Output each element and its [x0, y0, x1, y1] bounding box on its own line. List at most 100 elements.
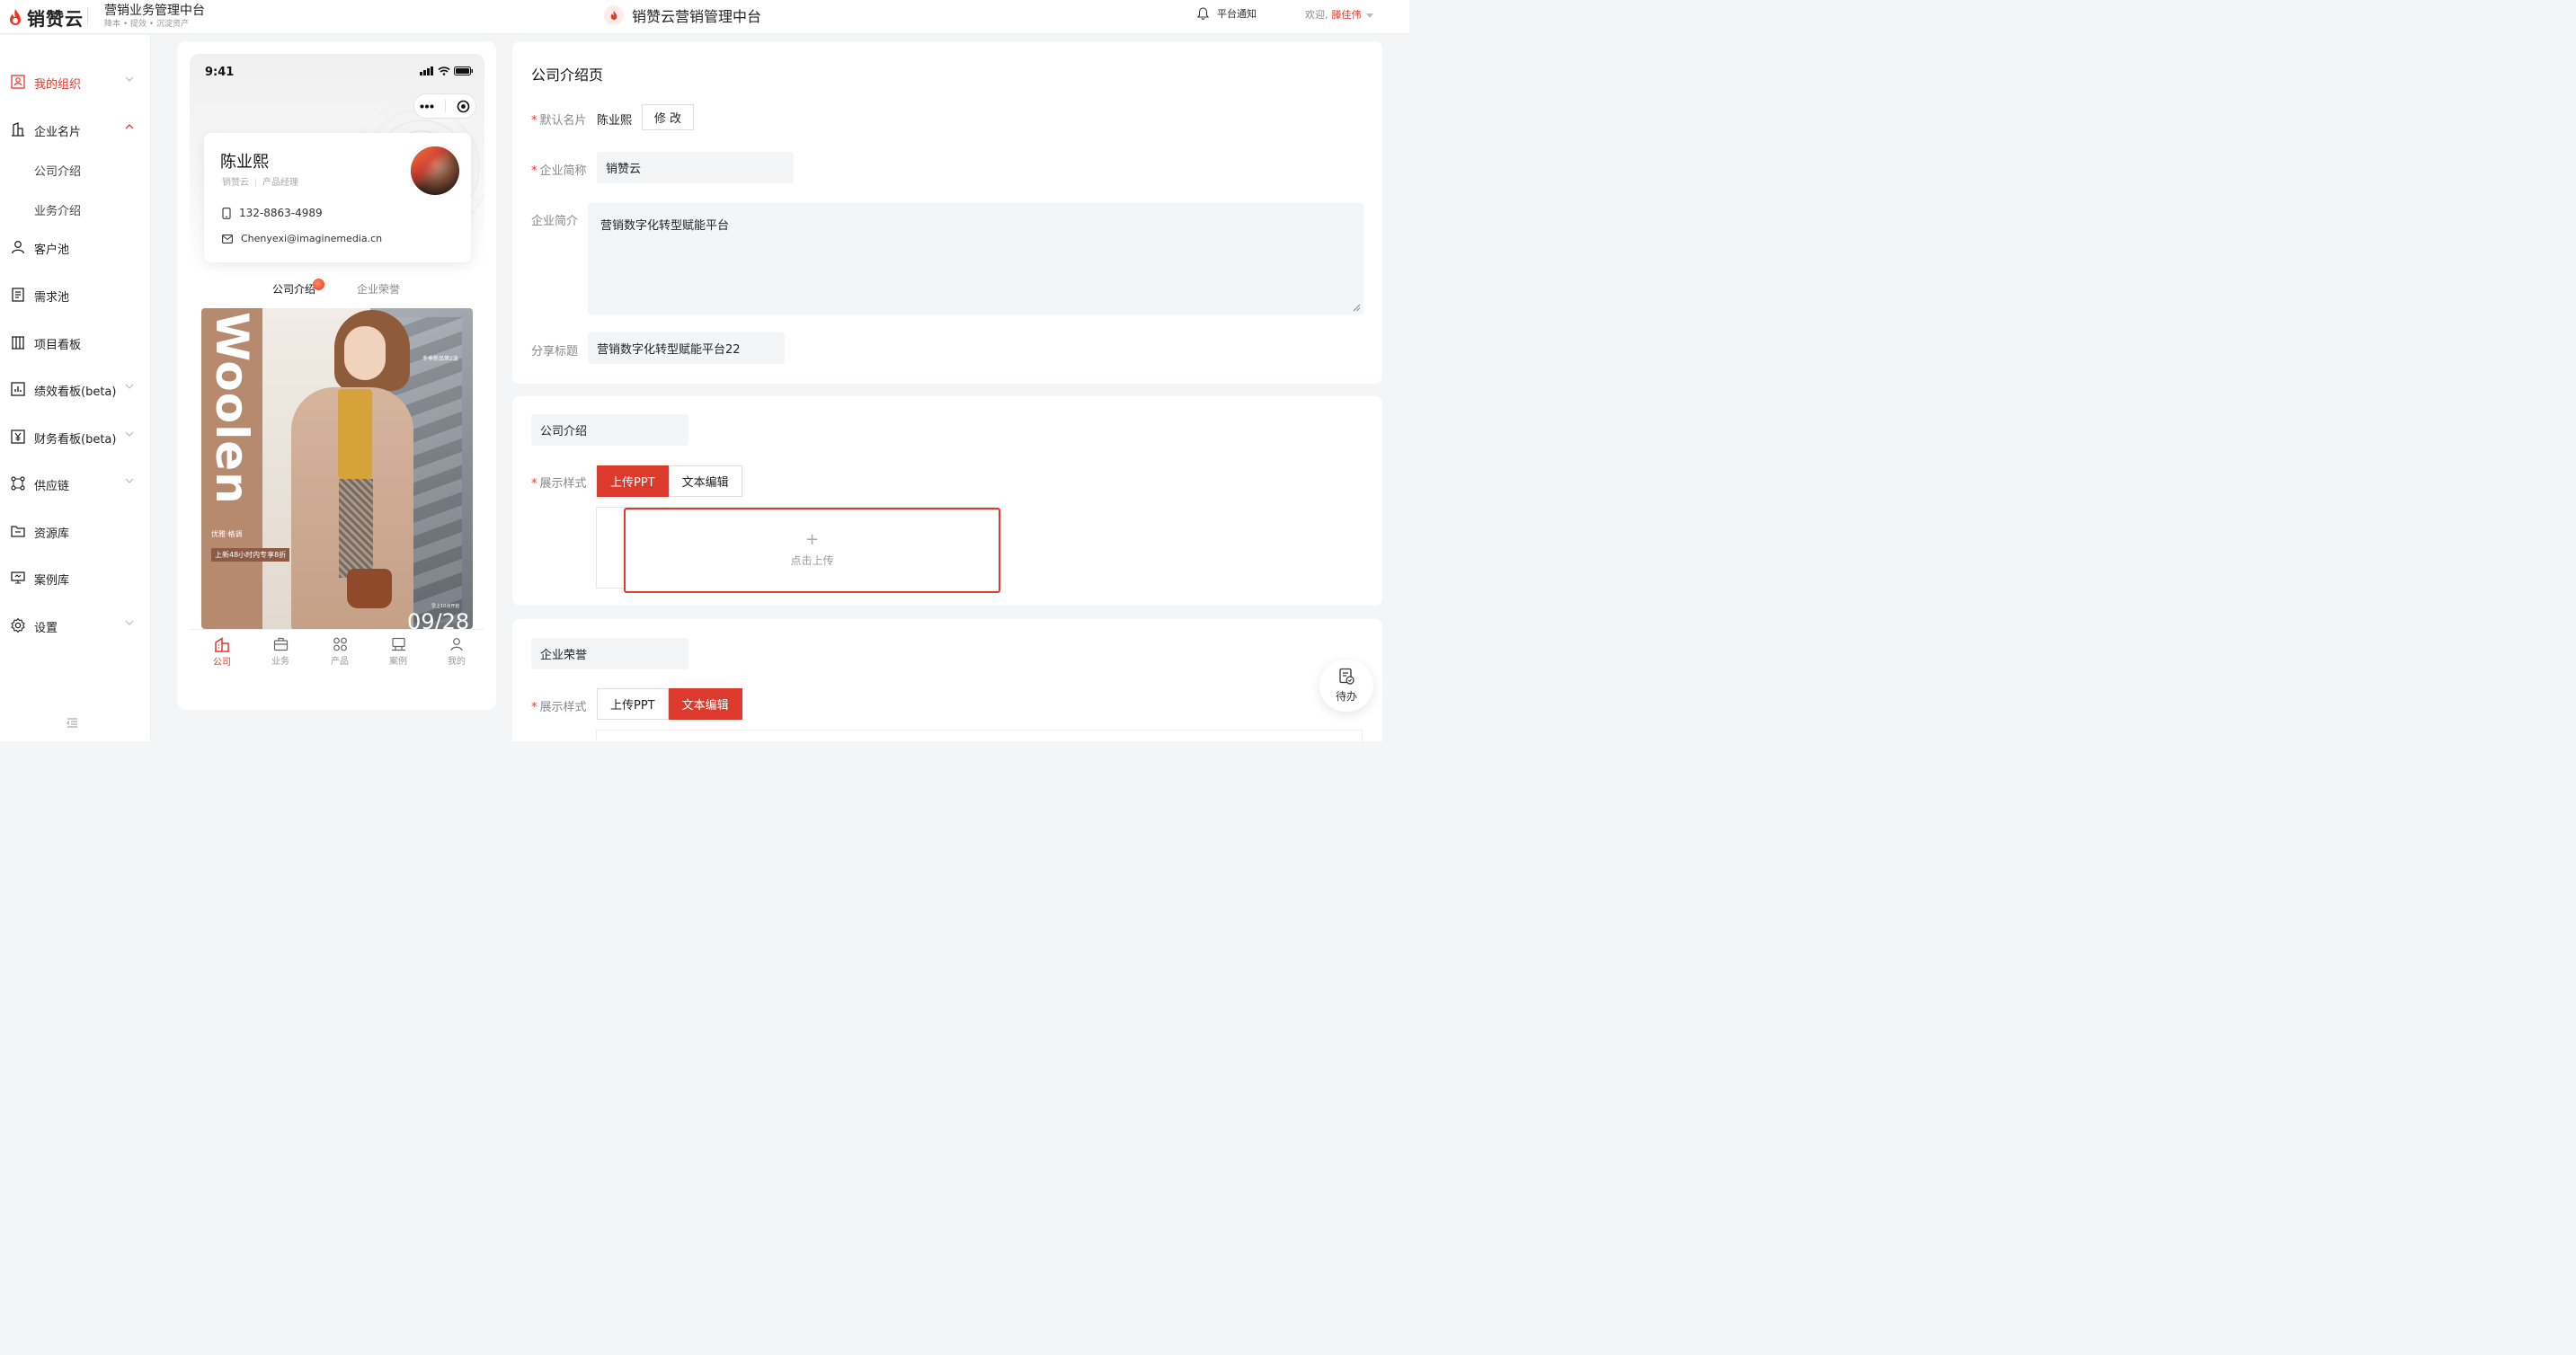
avatar: [411, 146, 459, 195]
card-phone: 132-8863-4989: [239, 207, 323, 219]
sidebar: 我的组织 企业名片 公司介绍 业务介绍 客户池 需求池 项目看板 绩效看板(be…: [0, 35, 151, 741]
org-icon: [11, 75, 25, 89]
center-title: 销赞云营销管理中台: [604, 4, 761, 26]
sidebar-item-resource-library[interactable]: 资源库: [0, 517, 151, 545]
wifi-icon: [438, 66, 450, 75]
sidebar-item-label: 案例库: [34, 574, 70, 588]
center-title-text: 销赞云营销管理中台: [632, 8, 762, 25]
required-mark: *: [531, 114, 537, 128]
sidebar-item-case-library[interactable]: 案例库: [0, 563, 151, 592]
todo-button[interactable]: 待办: [1319, 660, 1373, 712]
intro-label: 企业简介: [531, 215, 579, 228]
chevron-down-icon: [125, 76, 134, 82]
tabbar-case[interactable]: 案例: [380, 637, 416, 667]
logo-text: 销赞云: [27, 8, 84, 30]
card-name: 陈业熙: [220, 153, 269, 172]
user-name: 滕佳伟: [1331, 9, 1362, 21]
active-tab-indicator-icon: [313, 279, 324, 290]
flame-logo-icon: [10, 8, 21, 25]
card-email: Chenyexi@imaginemedia.cn: [241, 233, 383, 244]
option-text-edit[interactable]: 文本编辑: [668, 465, 742, 497]
sidebar-subitem-business-intro[interactable]: 业务介绍: [0, 194, 151, 223]
top-header: 销赞云 营销业务管理中台 降本 • 提效 • 沉淀资产 销赞云营销管理中台 平台…: [0, 0, 1409, 34]
option-upload-ppt[interactable]: 上传PPT: [597, 688, 669, 720]
todo-label: 待办: [1335, 690, 1357, 703]
screen-icon: [11, 571, 25, 584]
mini-program-capsule[interactable]: [413, 93, 476, 119]
page-title: 公司介绍页: [531, 66, 604, 84]
sidebar-item-supply-chain[interactable]: 供应链: [0, 469, 151, 498]
tabbar-label: 业务: [271, 657, 289, 667]
tabbar-mine[interactable]: 我的: [439, 637, 475, 667]
app-subtitle: 降本 • 提效 • 沉淀资产: [104, 20, 190, 29]
tabbar-label: 产品: [331, 657, 349, 667]
battery-icon: [454, 66, 473, 75]
app-title: 营销业务管理中台: [104, 4, 205, 18]
short-name-input[interactable]: 销赞云: [597, 152, 794, 183]
card-meta: 销赞云 产品经理: [222, 174, 298, 188]
company-poster: Woolen 优雅·格调 上新48小时内专享8折 冬季新品第2波 早上10点开抢…: [201, 308, 473, 629]
resize-handle-icon[interactable]: [1353, 304, 1361, 312]
tab-company-intro[interactable]: 公司介绍: [272, 281, 315, 297]
mail-icon: [222, 234, 233, 244]
tabbar-company[interactable]: 公司: [204, 637, 240, 668]
option-upload-ppt[interactable]: 上传PPT: [597, 465, 669, 497]
poster-tag-1: 优雅·格调: [211, 530, 243, 538]
chevron-down-icon: [125, 478, 134, 483]
edit-card-button[interactable]: 修 改: [642, 104, 694, 130]
sidebar-item-settings[interactable]: 设置: [0, 611, 151, 640]
sidebar-item-label: 业务介绍: [34, 205, 82, 218]
required-mark: *: [531, 164, 537, 178]
chevron-up-icon: [125, 124, 134, 129]
share-title-input[interactable]: 营销数字化转型赋能平台22: [588, 332, 785, 364]
sidebar-item-card[interactable]: 企业名片: [0, 115, 151, 144]
default-card-label: * 默认名片: [531, 111, 587, 128]
status-time: 9:41: [205, 66, 235, 79]
sidebar-item-label: 财务看板(beta): [34, 433, 117, 447]
sidebar-item-project-board[interactable]: 项目看板: [0, 328, 151, 357]
brand-logo[interactable]: 销赞云: [7, 4, 84, 31]
card-company: 销赞云: [222, 178, 249, 188]
notification-button[interactable]: 平台通知: [1197, 6, 1257, 21]
honors-section-title: 企业荣誉: [531, 638, 688, 669]
label-text: 展示样式: [539, 477, 587, 491]
caret-down-icon: [1365, 13, 1373, 18]
honors-table: [596, 730, 1363, 741]
more-icon[interactable]: [420, 104, 434, 109]
user-menu[interactable]: 欢迎, 滕佳伟: [1305, 7, 1373, 22]
tabbar-product[interactable]: 产品: [322, 637, 358, 667]
sidebar-item-label: 需求池: [34, 291, 70, 305]
sidebar-item-demand-pool[interactable]: 需求池: [0, 280, 151, 309]
sidebar-item-finance-board[interactable]: 财务看板(beta): [0, 422, 151, 451]
welcome-text: 欢迎,: [1305, 9, 1328, 21]
sidebar-item-label: 公司介绍: [34, 165, 82, 179]
sidebar-item-customer-pool[interactable]: 客户池: [0, 233, 151, 261]
sidebar-item-label: 绩效看板(beta): [34, 385, 117, 399]
display-style-label: * 展示样式: [531, 474, 587, 491]
intro-text: 营销数字化转型赋能平台: [600, 219, 730, 233]
person-icon: [450, 638, 463, 651]
sidebar-subitem-company-intro[interactable]: 公司介绍: [0, 155, 151, 183]
tabbar-label: 案例: [389, 657, 407, 667]
close-target-icon[interactable]: [457, 100, 470, 113]
honor-style-toggle: 上传PPT 文本编辑: [597, 688, 742, 720]
card-email-row[interactable]: Chenyexi@imaginemedia.cn: [222, 233, 382, 244]
poster-bottom-right: 早上10点开抢: [431, 604, 460, 609]
intro-textarea[interactable]: 营销数字化转型赋能平台: [588, 203, 1364, 314]
sidebar-item-performance-board[interactable]: 绩效看板(beta): [0, 375, 151, 403]
share-title-label: 分享标题: [531, 345, 579, 359]
tab-honors[interactable]: 企业荣誉: [357, 281, 400, 297]
model-shirt: [338, 389, 372, 479]
todo-icon: [1339, 668, 1355, 685]
poster-top-right: 冬季新品第2波: [422, 356, 458, 362]
upload-dropzone[interactable]: + 点击上传: [624, 508, 1000, 593]
sidebar-item-my-org[interactable]: 我的组织: [0, 67, 151, 96]
collapse-sidebar-icon[interactable]: [67, 718, 78, 728]
tabbar-business[interactable]: 业务: [262, 637, 298, 667]
tabbar-label: 公司: [213, 658, 231, 668]
label-text: 默认名片: [539, 114, 587, 128]
card-phone-row[interactable]: 132-8863-4989: [222, 207, 323, 219]
signal-icon: [420, 66, 433, 75]
option-text-edit[interactable]: 文本编辑: [668, 688, 742, 720]
short-name-label: * 企业简称: [531, 161, 587, 178]
